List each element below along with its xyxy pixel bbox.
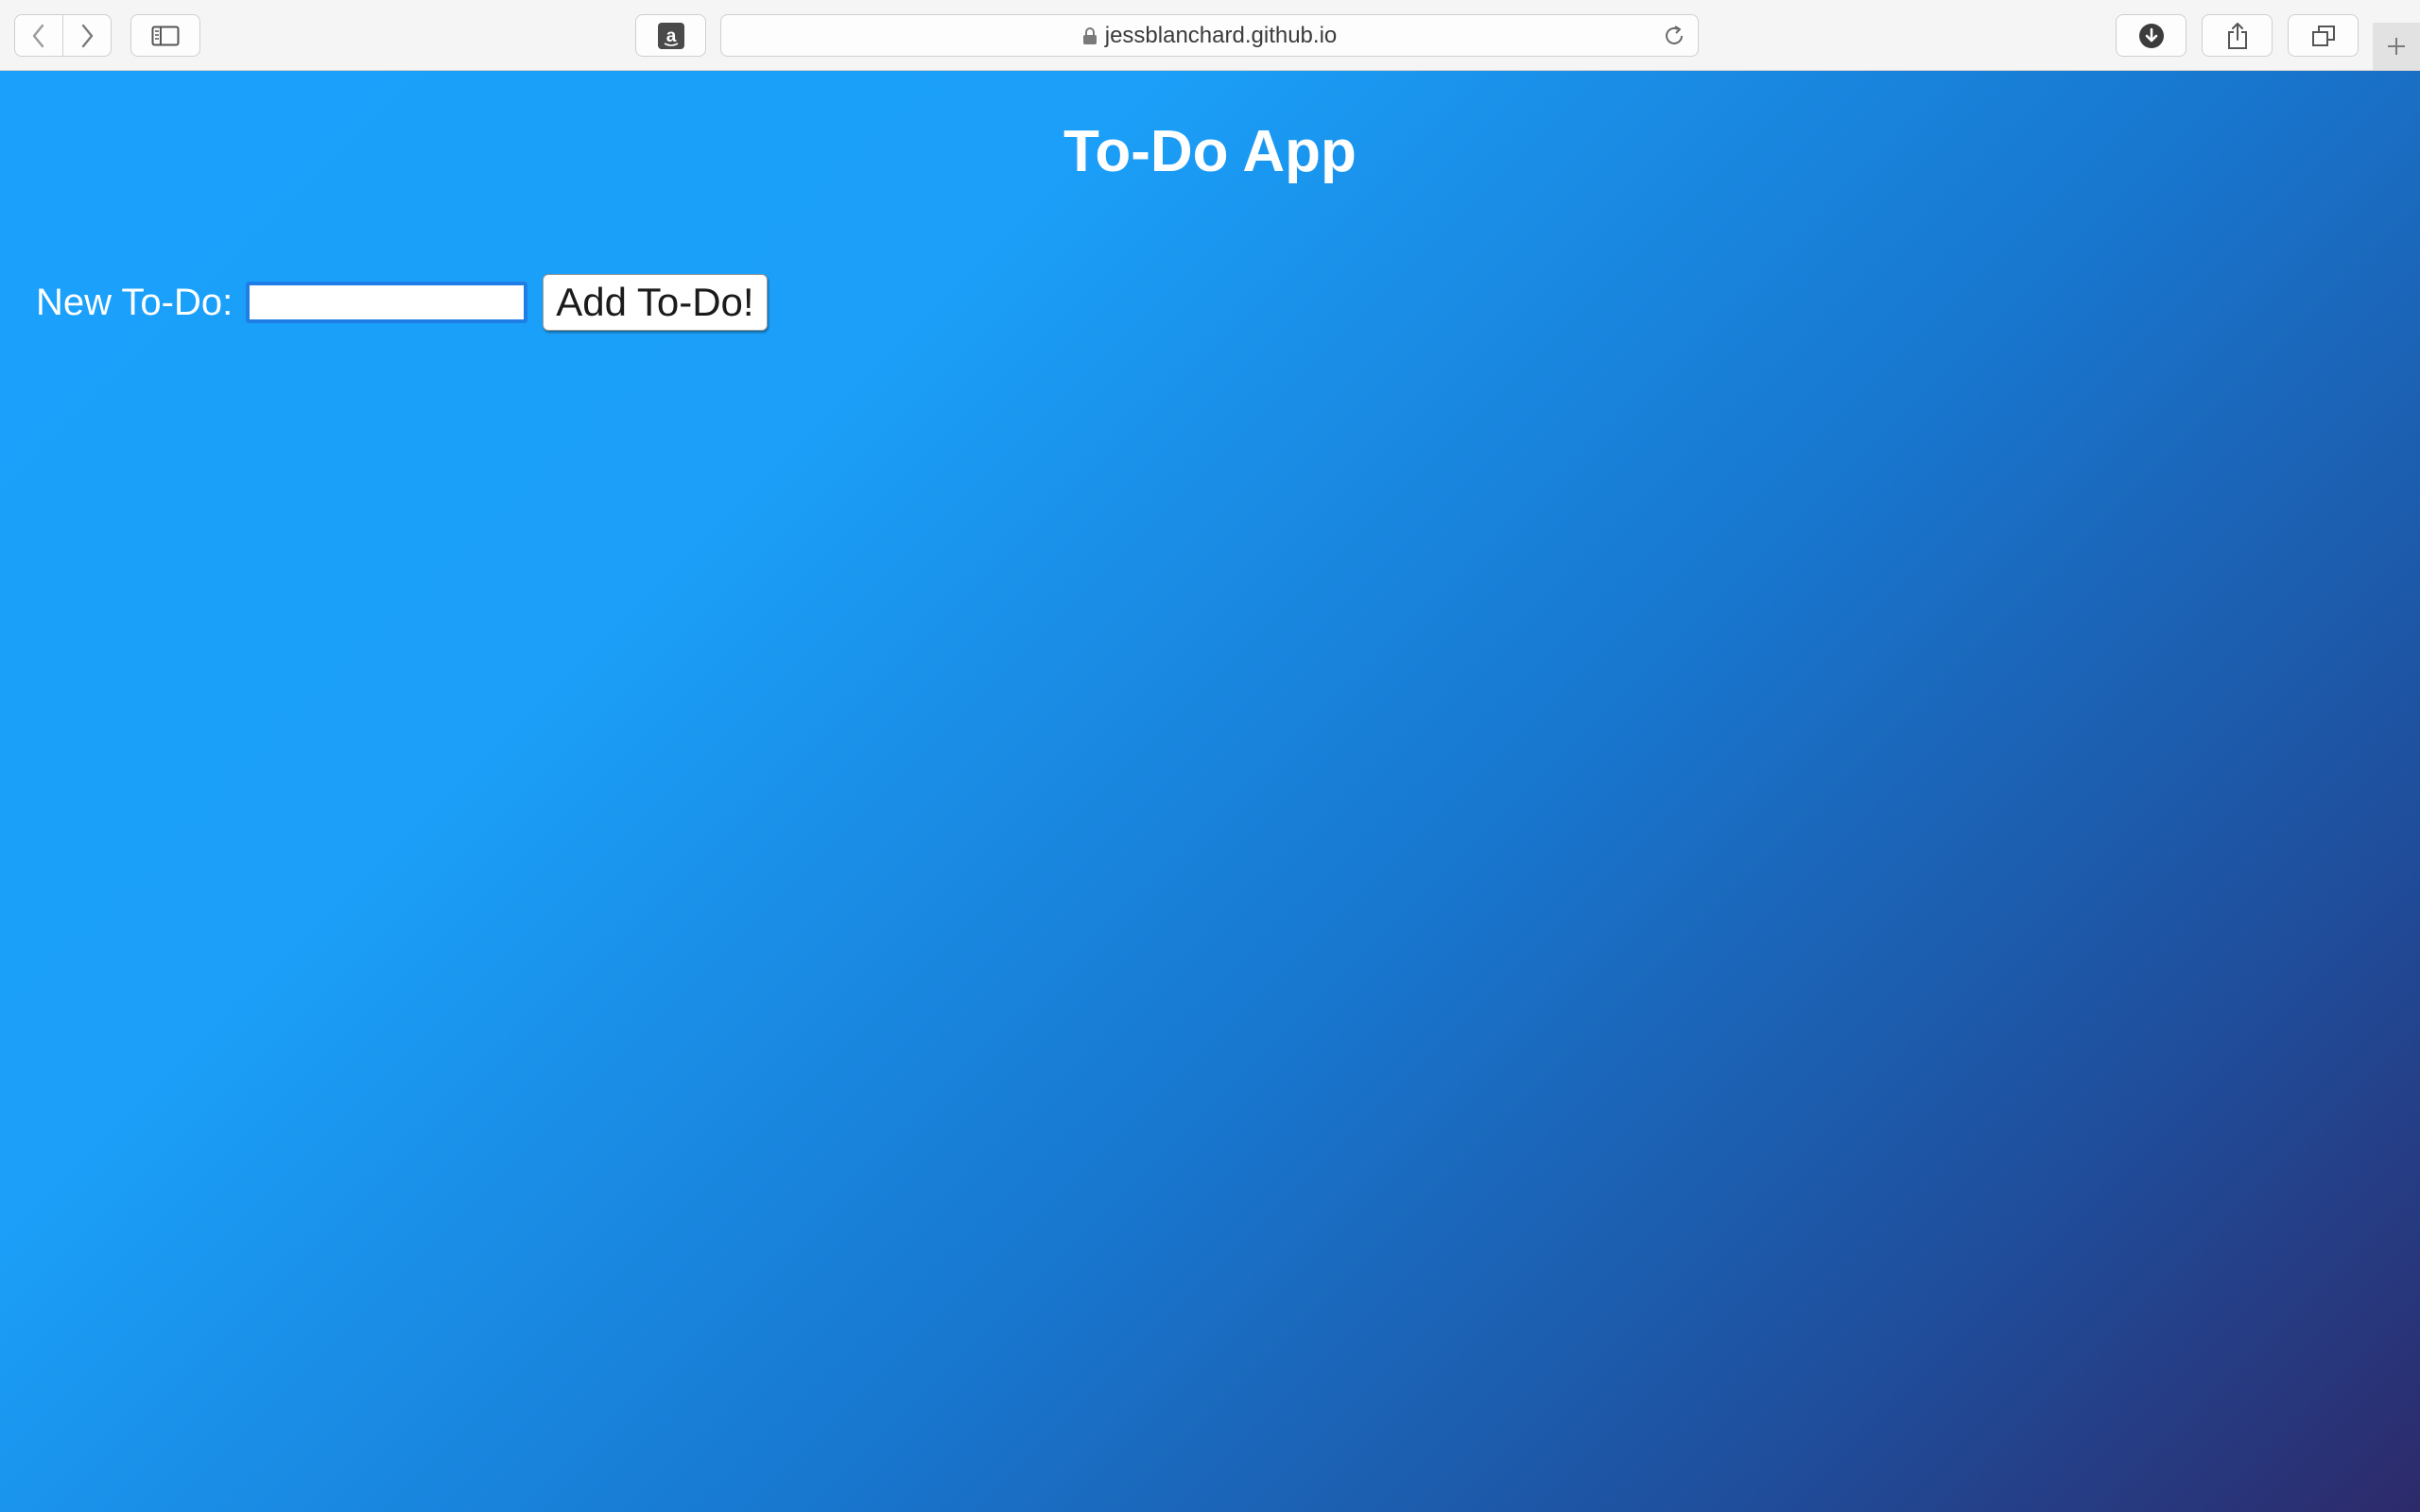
lock-icon	[1082, 26, 1098, 45]
sidebar-icon	[151, 26, 180, 45]
page-title: To-Do App	[1063, 119, 1357, 184]
share-button[interactable]	[2202, 14, 2273, 57]
sidebar-button[interactable]	[130, 14, 200, 57]
url-text: jessblanchard.github.io	[1104, 22, 1338, 48]
chevron-left-icon	[32, 24, 43, 47]
browser-toolbar: a jessblanchard.github.io	[0, 0, 2420, 71]
new-todo-form: New To-Do: Add To-Do!	[36, 274, 768, 331]
new-todo-input[interactable]	[246, 282, 528, 323]
downloads-button[interactable]	[2116, 14, 2187, 57]
new-tab-button[interactable]	[2373, 23, 2420, 70]
new-todo-label: New To-Do:	[36, 281, 233, 323]
chevron-right-icon	[81, 24, 93, 47]
amazon-bookmark-button[interactable]: a	[635, 14, 706, 57]
navigation-buttons	[14, 14, 112, 57]
share-icon	[2227, 22, 2247, 49]
page-content: To-Do App New To-Do: Add To-Do!	[0, 71, 2420, 1512]
forward-button[interactable]	[63, 15, 112, 56]
reload-icon[interactable]	[1662, 24, 1686, 48]
tabs-overview-icon	[2311, 25, 2335, 46]
amazon-icon: a	[657, 22, 684, 49]
address-bar[interactable]: jessblanchard.github.io	[720, 14, 1699, 57]
plus-icon	[2388, 38, 2405, 55]
download-icon	[2138, 23, 2164, 48]
tab-overview-button[interactable]	[2288, 14, 2359, 57]
add-todo-button[interactable]: Add To-Do!	[543, 274, 768, 331]
svg-text:a: a	[666, 26, 676, 46]
back-button[interactable]	[15, 15, 63, 56]
